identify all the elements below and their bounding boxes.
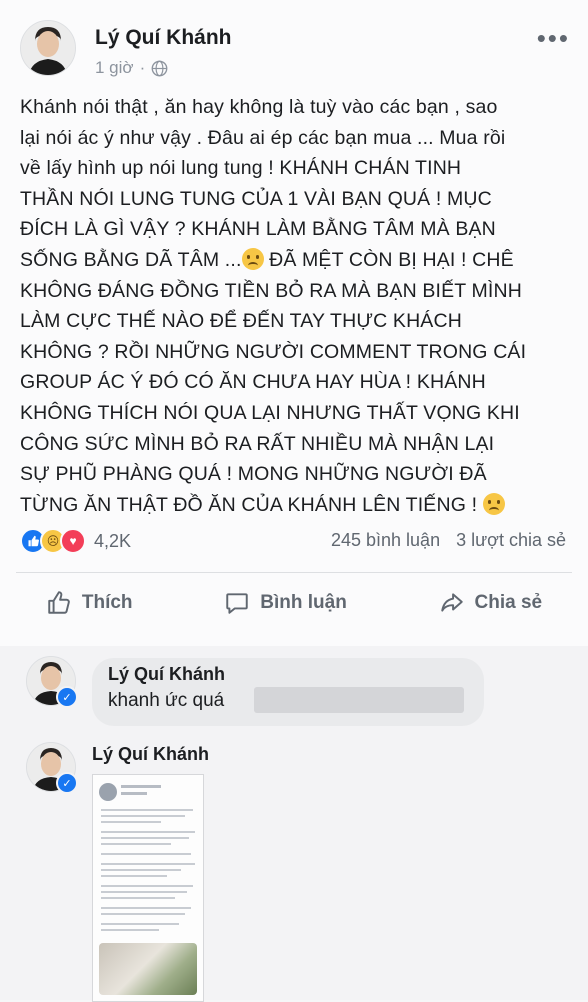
comment-button[interactable]: Bình luận	[218, 580, 353, 626]
post-line: CÔNG SỨC MÌNH BỎ RA RẤT NHIỀU MÀ NHẬN LẠ…	[20, 432, 495, 455]
post-time[interactable]: 1 giờ	[95, 58, 134, 78]
verified-badge-icon: ✓	[56, 686, 78, 708]
screenshot-line	[101, 863, 195, 865]
comment-screenshot-image[interactable]	[92, 774, 204, 1002]
engagement-counts: 245 bình luận 3 lượt chia sẻ	[331, 530, 566, 551]
author-name[interactable]: Lý Quí Khánh	[95, 26, 232, 50]
screenshot-line	[101, 913, 185, 915]
post-line: lại nói ác ý như vậy . Đâu ai ép các bạn…	[20, 126, 506, 149]
food-photo	[99, 943, 197, 995]
share-button[interactable]: Chia sẻ	[433, 580, 549, 626]
post-line-part: TỪNG ĂN THẬT ĐỒ ĂN CỦA KHÁNH LÊN TIẾNG !	[20, 493, 478, 516]
meta-separator: ·	[139, 58, 146, 77]
comment-text: khanh ức quá	[108, 690, 225, 711]
sad-face-emoji	[482, 492, 505, 515]
verified-badge-icon: ✓	[56, 772, 78, 794]
screenshot-line	[121, 792, 147, 795]
post-actions: Thích Bình luận Chia sẻ	[0, 580, 588, 626]
screenshot-line	[101, 907, 191, 909]
comment-author[interactable]: Lý Quí Khánh	[92, 744, 209, 765]
post-line: KHÔNG ? RỒI NHỮNG NGƯỜI COMMENT TRONG CÁ…	[20, 340, 527, 363]
post-line: GROUP ÁC Ý ĐÓ CÓ ĂN CHƯA HAY HÙA ! KHÁNH	[20, 371, 486, 394]
screenshot-line	[101, 869, 181, 871]
sad-face-emoji	[241, 247, 264, 270]
post-line: LÀM CỰC THẾ NÀO ĐỂ ĐẾN TAY THỰC KHÁCH	[20, 310, 462, 333]
screenshot-avatar	[99, 783, 117, 801]
screenshot-line	[101, 809, 193, 811]
screenshot-line	[101, 891, 187, 893]
screenshot-line	[101, 929, 159, 931]
post-line: về lấy hình up nói lung tung ! KHÁNH CHÁ…	[20, 157, 462, 180]
comment-author[interactable]: Lý Quí Khánh	[108, 664, 225, 685]
share-arrow-icon	[440, 593, 463, 612]
screenshot-line	[101, 885, 193, 887]
screenshot-line	[101, 831, 195, 833]
comment-count[interactable]: 245 bình luận	[331, 530, 440, 551]
like-label: Thích	[81, 592, 133, 613]
thumbs-up-icon	[48, 591, 70, 614]
post-line: THẦN NÓI LUNG TUNG CỦA 1 VÀI BẠN QUÁ ! M…	[20, 187, 492, 210]
post-meta: 1 giờ ·	[95, 58, 168, 78]
comment-label: Bình luận	[260, 592, 347, 613]
post-line: SỰ PHŨ PHÀNG QUÁ ! MONG NHỮNG NGƯỜI ĐÃ	[20, 463, 487, 486]
blurred-text	[254, 687, 464, 713]
globe-icon	[151, 60, 168, 76]
screenshot-line	[101, 821, 161, 823]
post-line: SỐNG BẰNG DÃ TÂM ... ĐÃ MỆT CÒN BỊ HẠI !…	[20, 245, 565, 276]
share-label: Chia sẻ	[474, 592, 543, 613]
love-reaction-icon: ♥	[60, 528, 86, 554]
post-line: ĐÍCH LÀ GÌ VẬY ? KHÁNH LÀM BẰNG TÂM MÀ B…	[20, 218, 496, 241]
post-body: Khánh nói thật , ăn hay không là tuỳ vào…	[20, 92, 565, 520]
screenshot-line	[101, 897, 175, 899]
screenshot-line	[101, 843, 171, 845]
screenshot-line	[101, 837, 189, 839]
screenshot-line	[101, 875, 167, 877]
divider	[16, 572, 572, 573]
post-line: KHÔNG ĐÁNG ĐỒNG TIỀN BỎ RA MÀ BẠN BIẾT M…	[20, 279, 522, 302]
post-line-part: SỐNG BẰNG DÃ TÂM ...	[20, 248, 242, 271]
screenshot-line	[101, 923, 179, 925]
screenshot-line	[101, 853, 191, 855]
reaction-count: 4,2K	[94, 530, 132, 551]
commenter-avatar[interactable]: ✓	[26, 656, 78, 708]
more-options-icon[interactable]: •••	[537, 25, 570, 51]
reaction-summary[interactable]: ☹ ♥ 4,2K	[20, 528, 131, 554]
post-card: Lý Quí Khánh 1 giờ · ••• Khánh nói thật …	[0, 0, 588, 646]
post-line: KHÔNG THÍCH NÓI QUA LẠI NHƯNG THẤT VỌNG …	[20, 401, 520, 424]
comment-bubble-icon	[226, 593, 248, 614]
screenshot-line	[121, 785, 161, 788]
post-line: Khánh nói thật , ăn hay không là tuỳ vào…	[20, 96, 498, 118]
share-count[interactable]: 3 lượt chia sẻ	[456, 530, 566, 551]
commenter-avatar[interactable]: ✓	[26, 742, 78, 794]
screenshot-line	[101, 815, 185, 817]
post-line-part: ĐÃ MỆT CÒN BỊ HẠI ! CHÊ	[263, 248, 514, 271]
like-button[interactable]: Thích	[40, 580, 139, 626]
author-avatar[interactable]	[20, 20, 76, 76]
post-line: TỪNG ĂN THẬT ĐỒ ĂN CỦA KHÁNH LÊN TIẾNG !	[20, 490, 565, 521]
